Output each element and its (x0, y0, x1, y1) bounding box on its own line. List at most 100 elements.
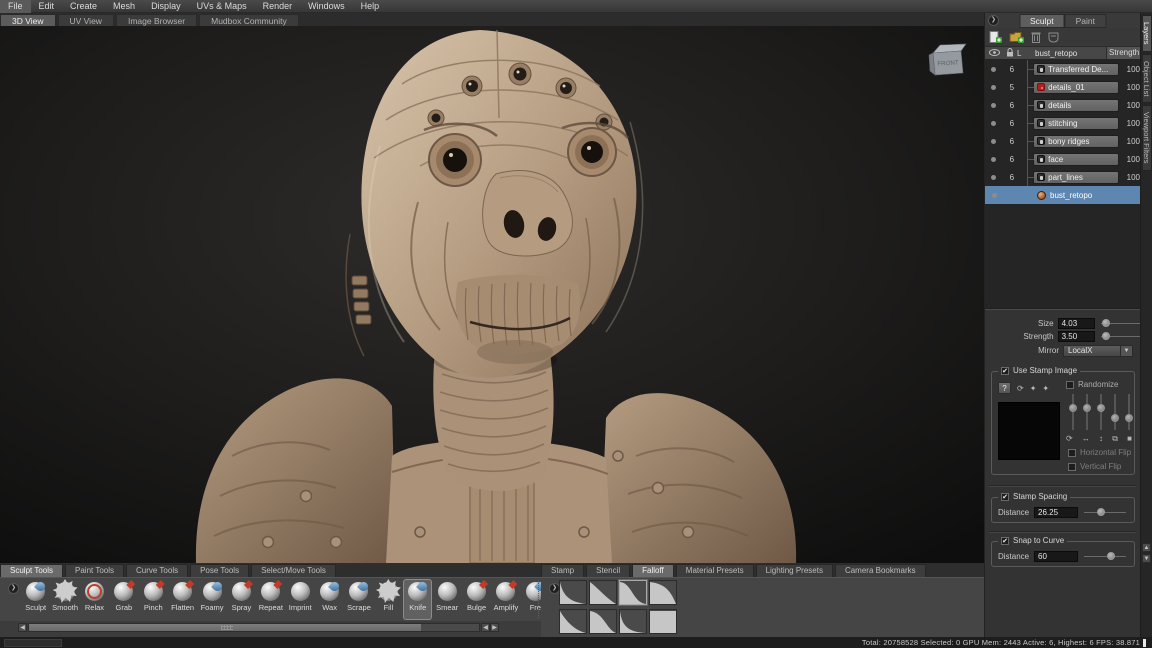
tool-sculpt[interactable]: Sculpt (21, 579, 50, 620)
menu-help[interactable]: Help (353, 0, 388, 13)
tab-mudbox-community[interactable]: Mudbox Community (199, 14, 299, 26)
falloff-preset[interactable] (559, 580, 587, 605)
tab-sculpt-layers[interactable]: Sculpt (1019, 14, 1065, 28)
tool-repeat[interactable]: Repeat (256, 579, 285, 620)
layer-visibility-dot[interactable] (985, 85, 1002, 90)
tab-paint-layers[interactable]: Paint (1065, 14, 1106, 28)
new-layer-group-icon[interactable] (1009, 31, 1024, 43)
vertical-flip-checkbox[interactable] (1068, 463, 1076, 471)
scroll-left-icon[interactable]: ◀ (18, 623, 27, 632)
tool-knife-selected[interactable]: Knife (403, 579, 432, 620)
randomize-slider[interactable] (1110, 394, 1120, 430)
stamp-spacing-slider[interactable] (1084, 507, 1126, 518)
panel-scroll-up-icon[interactable]: ▲ (1142, 543, 1151, 552)
tool-foamy[interactable]: Foamy (197, 579, 226, 620)
tool-flatten[interactable]: Flatten (168, 579, 197, 620)
strength-input[interactable]: 3.50 (1058, 331, 1095, 342)
size-slider[interactable] (1101, 318, 1140, 329)
tab-layers[interactable]: Layers (1142, 15, 1152, 52)
randomize-slider[interactable] (1068, 394, 1078, 430)
stamp-rotate-icon[interactable]: ⟳ (1066, 434, 1073, 444)
tool-smear[interactable]: Smear (432, 579, 461, 620)
scroll-right-icon[interactable]: ▶ (490, 623, 499, 632)
tab-viewport-filters[interactable]: Viewport Filters (1142, 105, 1152, 171)
randomize-slider[interactable] (1096, 394, 1106, 430)
snap-to-curve-slider[interactable] (1084, 551, 1126, 562)
menu-windows[interactable]: Windows (300, 0, 353, 13)
layer-row[interactable]: 5 details_01 100 (985, 78, 1140, 96)
use-stamp-image-checkbox[interactable]: ✔ (1001, 367, 1009, 375)
randomize-slider[interactable] (1124, 394, 1134, 430)
tab-stencil[interactable]: Stencil (586, 564, 630, 577)
tab-lighting-presets[interactable]: Lighting Presets (756, 564, 833, 577)
new-layer-icon[interactable] (989, 31, 1002, 43)
layer-row[interactable]: 6 stitching 100 (985, 114, 1140, 132)
stamp-reset-icon[interactable]: ■ (1127, 434, 1132, 444)
stamp-width-icon[interactable]: ↔ (1082, 434, 1090, 444)
tool-bulge[interactable]: Bulge (462, 579, 491, 620)
menu-create[interactable]: Create (62, 0, 105, 13)
falloff-preset[interactable] (649, 580, 677, 605)
layer-chip[interactable]: bony ridges (1033, 135, 1119, 148)
snap-to-curve-distance-input[interactable]: 60 (1034, 551, 1078, 562)
strength-slider[interactable] (1101, 331, 1140, 342)
tool-relax[interactable]: Relax (80, 579, 109, 620)
tab-image-browser[interactable]: Image Browser (116, 14, 197, 26)
stamp-spacing-distance-input[interactable]: 26.25 (1034, 507, 1078, 518)
tab-stamp[interactable]: Stamp (541, 564, 584, 577)
layer-visibility-dot[interactable] (985, 193, 1003, 198)
layer-row[interactable]: 6 details 100 (985, 96, 1140, 114)
stamp-nav-next-icon[interactable]: ✦ (1042, 384, 1049, 393)
layer-chip[interactable]: part_lines (1033, 171, 1119, 184)
status-bar-tab[interactable] (4, 639, 62, 647)
horizontal-flip-checkbox[interactable] (1068, 449, 1076, 457)
tab-pose-tools[interactable]: Pose Tools (190, 564, 249, 577)
menu-mesh[interactable]: Mesh (105, 0, 143, 13)
layer-chip[interactable]: stitching (1033, 117, 1119, 130)
layer-visibility-dot[interactable] (985, 121, 1002, 126)
menu-edit[interactable]: Edit (31, 0, 63, 13)
layer-visibility-dot[interactable] (985, 157, 1002, 162)
tool-scrape[interactable]: Scrape (344, 579, 373, 620)
tool-wax[interactable]: Wax (315, 579, 344, 620)
tool-spray[interactable]: Spray (227, 579, 256, 620)
stamp-rotate-icon[interactable]: ⟳ (1017, 384, 1024, 393)
tab-paint-tools[interactable]: Paint Tools (65, 564, 124, 577)
tool-pinch[interactable]: Pinch (139, 579, 168, 620)
size-input[interactable]: 4.03 (1058, 318, 1095, 329)
stamp-spacing-checkbox[interactable]: ✔ (1001, 493, 1009, 501)
layer-row[interactable]: 6 face 100 (985, 150, 1140, 168)
tab-sculpt-tools[interactable]: Sculpt Tools (0, 564, 63, 577)
tab-curve-tools[interactable]: Curve Tools (126, 564, 188, 577)
panel-collapse-icon[interactable]: ❯ (988, 15, 999, 26)
tray-collapse-icon[interactable]: ❯ (8, 583, 19, 594)
tool-imprint[interactable]: Imprint (286, 579, 315, 620)
delete-layer-icon[interactable] (1031, 31, 1041, 43)
tab-camera-bookmarks[interactable]: Camera Bookmarks (835, 564, 926, 577)
layer-chip[interactable]: details_01 (1033, 81, 1119, 94)
layer-visibility-dot[interactable] (985, 175, 1002, 180)
stamp-help-button[interactable]: ? (998, 382, 1011, 394)
layer-chip[interactable]: details (1033, 99, 1119, 112)
tool-grab[interactable]: Grab (109, 579, 138, 620)
stamp-crop-icon[interactable]: ⧉ (1112, 434, 1118, 444)
menu-file[interactable]: File (0, 0, 31, 13)
falloff-preset-selected[interactable] (619, 580, 647, 605)
scrollbar-thumb[interactable] (29, 624, 421, 631)
tab-uv-view[interactable]: UV View (58, 14, 114, 26)
layer-row[interactable]: 6 bony ridges 100 (985, 132, 1140, 150)
falloff-preset[interactable] (589, 580, 617, 605)
stamp-preview[interactable] (998, 402, 1060, 460)
falloff-preset[interactable] (589, 609, 617, 634)
scroll-left-icon[interactable]: ◀ (481, 623, 490, 632)
sculpt-viewport[interactable]: FRONT (0, 26, 984, 563)
mirror-dropdown[interactable]: LocalX ▼ (1063, 345, 1133, 357)
tool-fill[interactable]: Fill (374, 579, 403, 620)
falloff-preset[interactable] (619, 609, 647, 634)
randomize-slider[interactable] (1082, 394, 1092, 430)
merge-layers-icon[interactable] (1048, 31, 1059, 43)
layer-row[interactable]: 6 part_lines 100 (985, 168, 1140, 186)
tab-3d-view[interactable]: 3D View (0, 14, 56, 26)
layer-visibility-dot[interactable] (985, 139, 1002, 144)
tab-falloff[interactable]: Falloff (632, 564, 674, 577)
